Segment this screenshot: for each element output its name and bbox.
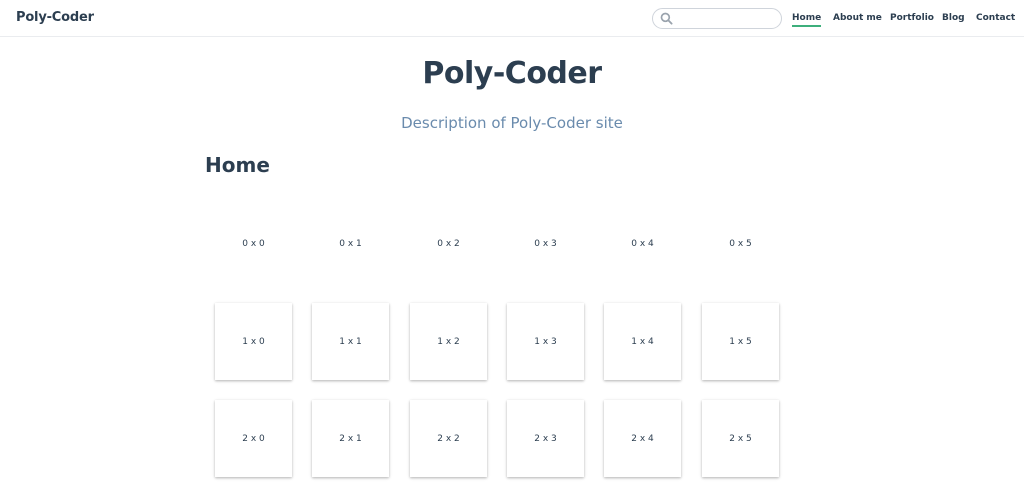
nav-links: Home About me Portfolio Blog Contact xyxy=(792,12,1016,28)
grid-cell: 0 x 4 xyxy=(604,205,681,282)
grid-cell: 1 x 5 xyxy=(702,303,779,380)
nav-link-blog[interactable]: Blog xyxy=(942,12,965,27)
grid-cell: 1 x 0 xyxy=(215,303,292,380)
grid-cell: 0 x 0 xyxy=(215,205,292,282)
search-box[interactable] xyxy=(652,8,782,29)
nav-link-about-me[interactable]: About me xyxy=(833,12,882,27)
hero-description: Description of Poly-Coder site xyxy=(401,114,623,132)
site-name-link[interactable]: Poly-Coder xyxy=(16,10,94,25)
hero-title: Poly-Coder xyxy=(422,56,602,91)
grid-cell: 1 x 4 xyxy=(604,303,681,380)
grid-cell: 2 x 0 xyxy=(215,400,292,477)
grid-cell: 1 x 2 xyxy=(410,303,487,380)
grid-cell: 2 x 1 xyxy=(312,400,389,477)
nav-link-home[interactable]: Home xyxy=(792,12,822,27)
grid-cell: 0 x 5 xyxy=(702,205,779,282)
grid-cell: 2 x 4 xyxy=(604,400,681,477)
search-input[interactable] xyxy=(675,10,775,27)
grid-cell: 1 x 3 xyxy=(507,303,584,380)
grid-cell: 0 x 1 xyxy=(312,205,389,282)
page-heading: Home xyxy=(205,153,270,177)
grid-cell: 2 x 3 xyxy=(507,400,584,477)
grid-cell: 2 x 5 xyxy=(702,400,779,477)
navbar: Poly-Coder Home About me Portfolio Blog … xyxy=(0,0,1024,37)
nav-link-portfolio[interactable]: Portfolio xyxy=(890,12,934,27)
nav-link-contact[interactable]: Contact xyxy=(976,12,1015,27)
grid-cell: 1 x 1 xyxy=(312,303,389,380)
grid-cell: 0 x 2 xyxy=(410,205,487,282)
search-icon xyxy=(660,12,673,25)
grid-cell: 0 x 3 xyxy=(507,205,584,282)
grid-cell: 2 x 2 xyxy=(410,400,487,477)
